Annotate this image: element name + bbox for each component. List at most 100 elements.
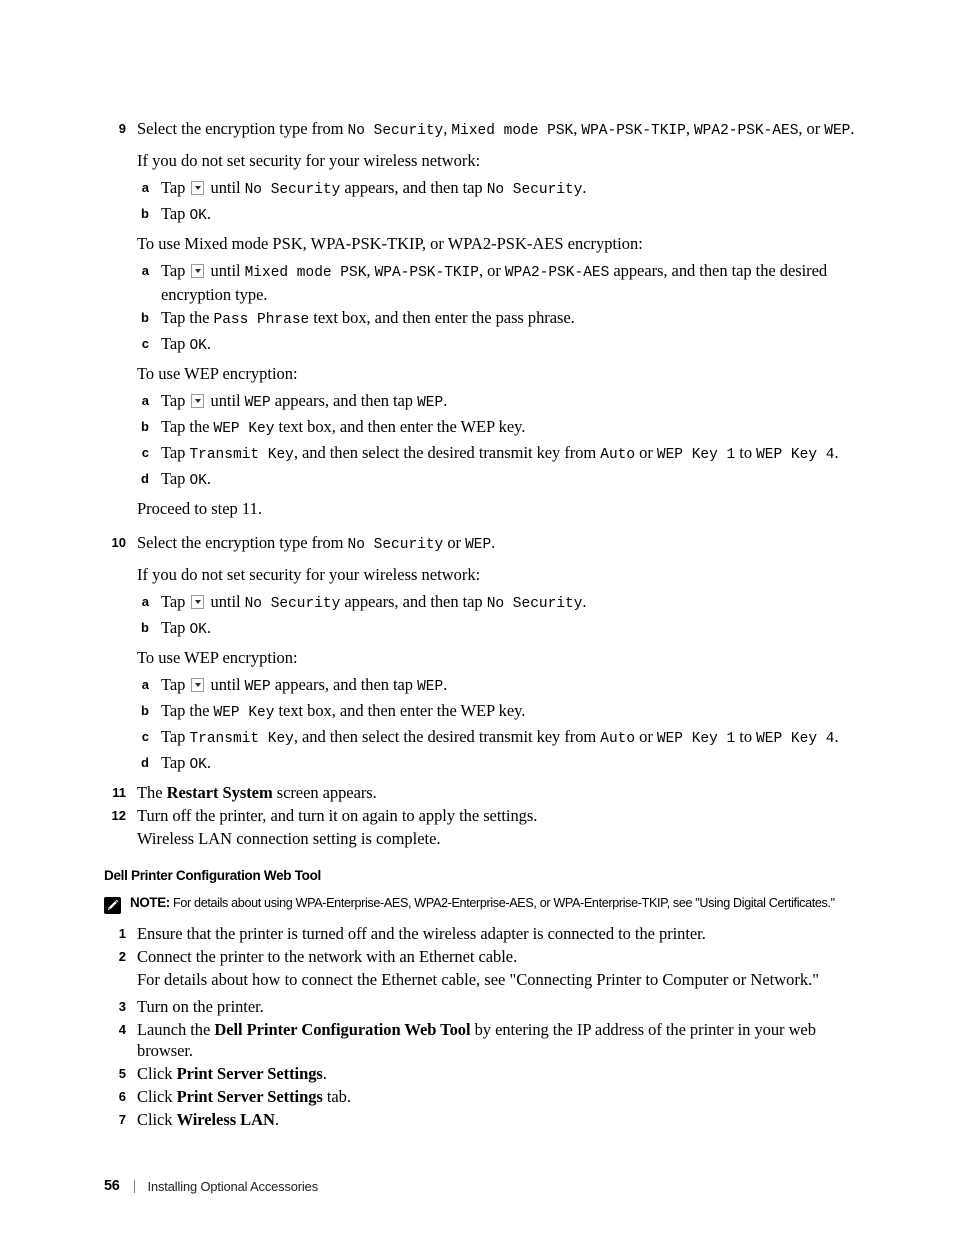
step-text: Connect the printer to the network with … <box>137 947 518 966</box>
chevron-down-icon[interactable] <box>191 678 205 692</box>
step-text: Turn off the printer, and turn it on aga… <box>137 806 538 825</box>
webtool-step-4: 4 Launch the Dell Printer Configuration … <box>104 1019 864 1061</box>
option-wep-key-4: WEP Key 4 <box>756 731 835 747</box>
step-number: 4 <box>118 1022 126 1037</box>
tail: tab. <box>322 1087 351 1106</box>
step-number: 11 <box>112 785 126 800</box>
substep-letter: b <box>141 206 149 221</box>
step-9-mixed-intro: To use Mixed mode PSK, WPA-PSK-TKIP, or … <box>137 234 643 253</box>
step-text: Click Print Server Settings tab. <box>137 1086 864 1107</box>
option-wep: WEP <box>417 679 444 695</box>
option-auto: Auto <box>600 731 636 747</box>
chevron-down-icon[interactable] <box>191 181 205 195</box>
step-number: 5 <box>118 1066 126 1081</box>
option-wep-key-1: WEP Key 1 <box>656 731 736 747</box>
lead: Click <box>137 1087 177 1106</box>
period: . <box>443 675 448 694</box>
footer-divider <box>133 1179 135 1193</box>
option-wep: WEP <box>244 395 271 411</box>
select-label: , and then select the desired transmit k… <box>293 443 601 462</box>
step-10-wep-intro: To use WEP encryption: <box>137 648 298 667</box>
option-wpa-psk-tkip: WPA-PSK-TKIP <box>374 265 479 281</box>
until-label: until <box>206 178 245 197</box>
substep-text: Tap until WEP appears, and then tap WEP. <box>161 674 864 698</box>
step-10-nosec-a: a Tap until No Security appears, and the… <box>137 591 864 615</box>
period: . <box>206 334 211 353</box>
or-label: or <box>635 727 657 746</box>
section-heading: Dell Printer Configuration Web Tool <box>104 868 321 883</box>
ok-button-label: OK <box>189 757 207 773</box>
field-wep-key: WEP Key <box>213 421 275 437</box>
period: . <box>491 533 496 552</box>
step-number: 6 <box>118 1089 126 1104</box>
period: . <box>206 469 211 488</box>
chevron-down-icon[interactable] <box>191 595 205 609</box>
option-no-security: No Security <box>486 596 583 612</box>
step-10: 10 Select the encryption type from No Se… <box>104 532 864 556</box>
page-footer: 56 Installing Optional Accessories <box>104 1178 318 1194</box>
substep-letter: a <box>141 393 149 408</box>
tap-label: Tap <box>161 204 190 223</box>
document-page: 9 Select the encryption type from No Sec… <box>0 0 954 1235</box>
lead: Click <box>137 1110 177 1129</box>
option-no-security: No Security <box>486 182 583 198</box>
tap-label: Tap <box>161 753 190 772</box>
step-number: 3 <box>118 999 126 1014</box>
until-label: until <box>206 592 245 611</box>
field-transmit-key: Transmit Key <box>189 731 294 747</box>
tap-label: Tap <box>161 592 190 611</box>
chevron-down-icon[interactable] <box>191 394 205 408</box>
ok-button-label: OK <box>189 208 207 224</box>
substep-text: Tap until No Security appears, and then … <box>161 591 864 615</box>
tail: . <box>274 1110 279 1129</box>
substep-letter: b <box>141 620 149 635</box>
note-text-container: NOTE: For details about using WPA-Enterp… <box>130 895 864 912</box>
page-number: 56 <box>104 1178 120 1194</box>
print-server-settings-tab: Print Server Settings <box>176 1087 323 1106</box>
step-text: Click Wireless LAN. <box>137 1109 864 1130</box>
step-text: Select the encryption type from No Secur… <box>137 118 864 142</box>
step-9-no-security-intro: If you do not set security for your wire… <box>137 151 481 170</box>
tap-label: Tap the <box>161 308 214 327</box>
to-label: to <box>735 443 757 462</box>
webtool-step-5: 5 Click Print Server Settings. <box>104 1063 864 1084</box>
ok-button-label: OK <box>189 338 207 354</box>
tap-label: Tap <box>161 334 190 353</box>
step-text: Launch the Dell Printer Configuration We… <box>137 1019 864 1061</box>
tap-label: Tap <box>161 618 190 637</box>
until-label: until <box>206 261 245 280</box>
webtool-step-2-note: For details about how to connect the Eth… <box>137 970 820 989</box>
field-pass-phrase: Pass Phrase <box>213 312 310 328</box>
textbox-label: text box, and then enter the pass phrase… <box>309 308 575 327</box>
option-wpa2-psk-aes: WPA2-PSK-AES <box>504 265 610 281</box>
step-12-note: Wireless LAN connection setting is compl… <box>137 829 441 848</box>
tap-label: Tap <box>161 469 190 488</box>
option-wep: WEP <box>824 123 851 139</box>
tap-label: Tap <box>161 261 190 280</box>
substep-text: Tap Transmit Key, and then select the de… <box>161 442 864 466</box>
chevron-down-icon[interactable] <box>191 264 205 278</box>
option-mixed-mode-psk: Mixed mode PSK <box>244 265 367 281</box>
webtool-step-2: 2 Connect the printer to the network wit… <box>104 946 864 967</box>
step-9-wep-a: a Tap until WEP appears, and then tap WE… <box>137 390 864 414</box>
period: . <box>206 618 211 637</box>
field-wep-key: WEP Key <box>213 705 275 721</box>
step-10-wep-c: c Tap Transmit Key, and then select the … <box>137 726 864 750</box>
to-label: to <box>735 727 757 746</box>
substep-letter: b <box>141 703 149 718</box>
option-wpa-psk-tkip: WPA-PSK-TKIP <box>581 123 686 139</box>
substep-text: Tap until Mixed mode PSK, WPA-PSK-TKIP, … <box>161 260 864 305</box>
option-no-security: No Security <box>347 123 444 139</box>
step-text: The Restart System screen appears. <box>137 782 864 803</box>
textbox-label: text box, and then enter the WEP key. <box>274 417 526 436</box>
step-11: 11 The Restart System screen appears. <box>104 782 864 803</box>
substep-letter: c <box>141 445 149 460</box>
tap-label: Tap <box>161 727 190 746</box>
until-label: until <box>206 675 245 694</box>
sep: , or <box>479 261 505 280</box>
wireless-lan-link: Wireless LAN <box>176 1110 275 1129</box>
step-9-wep-b: b Tap the WEP Key text box, and then ent… <box>137 416 864 440</box>
note-text: For details about using WPA-Enterprise-A… <box>169 896 835 910</box>
substep-letter: b <box>141 310 149 325</box>
step-9-wep-intro: To use WEP encryption: <box>137 364 298 383</box>
